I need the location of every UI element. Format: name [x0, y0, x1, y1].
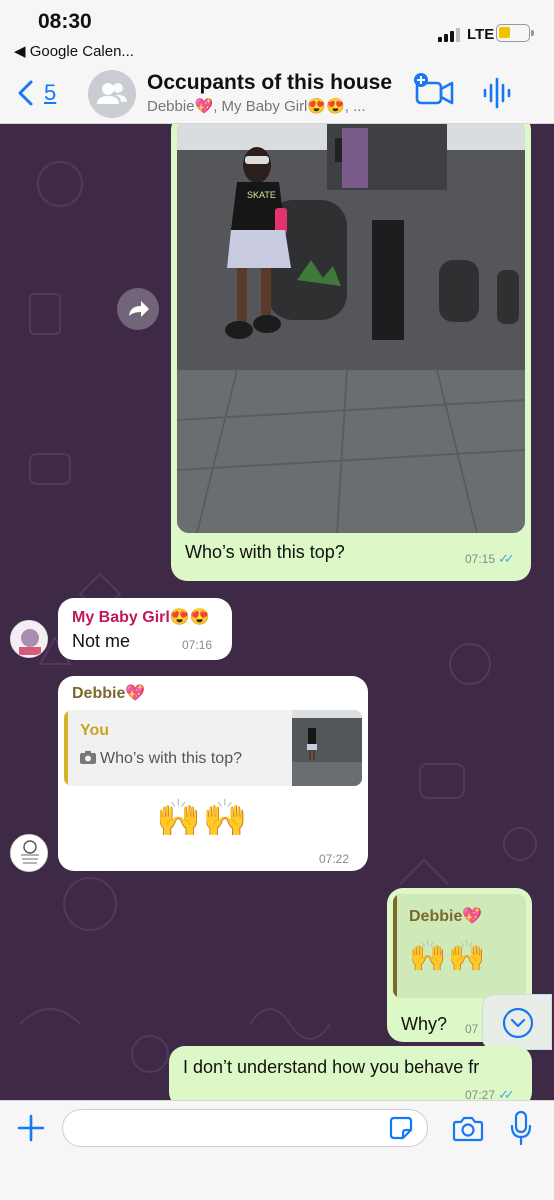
group-avatar[interactable] [88, 70, 136, 118]
quote-accent-bar [393, 894, 397, 998]
reply-message-bubble[interactable]: Debbie💖 You Who’s with this top? 🙌🙌 07:2… [58, 676, 368, 871]
plus-icon[interactable] [16, 1113, 46, 1143]
emoji-message: 🙌🙌 [156, 797, 250, 838]
photo-caption: Who’s with this top? [185, 542, 345, 562]
microphone-icon[interactable] [510, 1110, 532, 1146]
incoming-message-bubble[interactable]: My Baby Girl😍😍 Not me 07:16 [58, 598, 232, 660]
video-call-icon[interactable] [412, 72, 456, 108]
camera-icon[interactable] [452, 1113, 484, 1143]
unread-count-link[interactable]: 5 [44, 80, 56, 106]
quoted-photo-thumbnail [292, 710, 362, 786]
quoted-text: Who’s with this top? [80, 750, 242, 768]
chat-area[interactable]: SKATE Who’s with this top? 07:15 ✓✓ My Ba… [0, 124, 554, 1100]
sender-avatar[interactable] [10, 834, 48, 872]
cell-signal-icon [438, 28, 462, 42]
message-input[interactable] [62, 1109, 428, 1147]
group-icon [97, 83, 127, 104]
message-timestamp: 07:16 [182, 638, 213, 652]
battery-icon [496, 24, 534, 42]
sender-name: Debbie💖 [72, 685, 146, 702]
status-bar: 08:30 ◀ Google Calen... LTE [0, 0, 554, 62]
message-composer [0, 1100, 554, 1200]
photo-message-bubble[interactable]: SKATE Who’s with this top? 07:15 ✓✓ [171, 124, 531, 581]
quoted-sender: Debbie💖 [409, 908, 483, 925]
network-type: LTE [467, 26, 495, 43]
chevron-down-icon [502, 1007, 534, 1039]
forward-button[interactable] [117, 288, 159, 330]
sender-name: My Baby Girl😍😍 [72, 609, 210, 626]
back-chevron-icon[interactable] [14, 78, 38, 108]
chat-header: 5 Occupants of this house Debbie💖, My Ba… [0, 62, 554, 124]
shared-photo[interactable]: SKATE [177, 124, 525, 533]
quoted-message[interactable]: You Who’s with this top? [64, 710, 362, 786]
status-time: 08:30 [38, 10, 92, 33]
outgoing-message-bubble[interactable]: I don’t understand how you behave fr 07:… [169, 1046, 532, 1100]
scroll-to-bottom-button[interactable] [482, 994, 552, 1050]
read-receipt-icon: ✓✓ [498, 1087, 515, 1100]
message-timestamp: 07 [465, 1022, 479, 1036]
quoted-emojis: 🙌🙌 [409, 940, 488, 973]
sticker-icon[interactable] [388, 1115, 414, 1141]
chat-participants[interactable]: Debbie💖, My Baby Girl😍😍, ... [147, 97, 366, 115]
sender-avatar[interactable] [10, 620, 48, 658]
back-to-app-link[interactable]: ◀ Google Calen... [14, 42, 134, 60]
chat-title[interactable]: Occupants of this house [147, 71, 392, 95]
message-text: Not me [72, 631, 131, 651]
voice-call-waveform-icon[interactable] [482, 76, 512, 110]
read-receipt-icon: ✓✓ [498, 551, 515, 566]
quote-accent-bar [64, 710, 68, 786]
message-timestamp: 07:15 ✓✓ [465, 551, 515, 566]
camera-small-icon [80, 751, 96, 764]
svg-text:SKATE: SKATE [247, 190, 276, 200]
message-timestamp: 07:27 ✓✓ [465, 1087, 515, 1100]
message-timestamp: 07:22 [319, 852, 350, 866]
quoted-sender: You [80, 722, 110, 739]
message-text: I don’t understand how you behave fr [183, 1057, 480, 1077]
photo-girl-outside-house: SKATE [177, 124, 525, 533]
quoted-message[interactable]: Debbie💖 🙌🙌 [393, 894, 526, 998]
message-text: Why? [401, 1014, 448, 1034]
forward-arrow-icon [129, 301, 149, 317]
